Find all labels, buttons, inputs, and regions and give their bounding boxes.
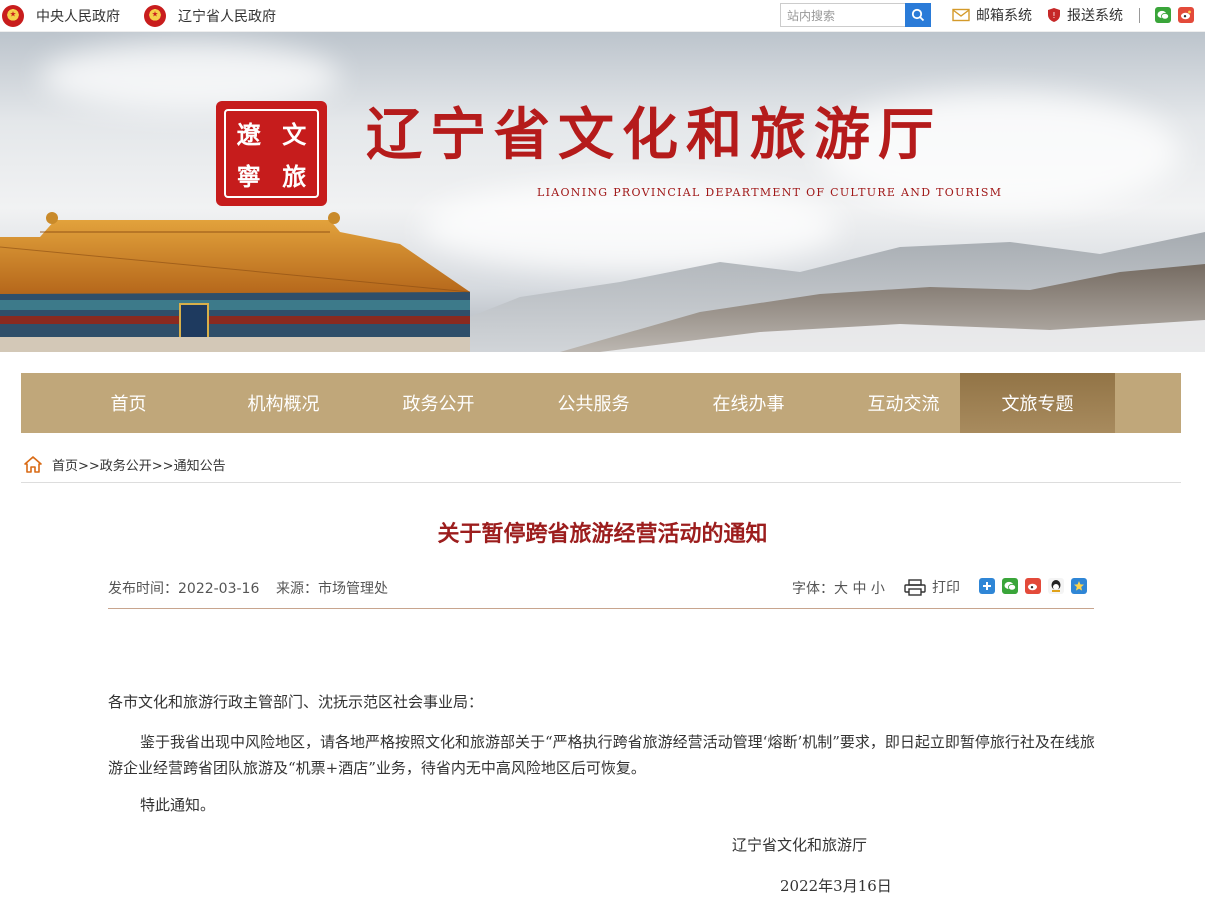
sign-date: 2022年3月16日 (780, 877, 892, 895)
search-input[interactable]: 站内搜索 (780, 3, 906, 27)
shield-icon: ! (1048, 8, 1060, 22)
provincial-gov-link[interactable]: 辽宁省人民政府 (144, 3, 276, 29)
nav-culture-tourism-topics[interactable]: 文旅专题 (960, 373, 1115, 433)
top-bar: 中央人民政府 辽宁省人民政府 站内搜索 邮箱系统 ! 报送系统 (0, 0, 1205, 32)
weibo-share-icon[interactable] (1025, 578, 1041, 594)
mail-system-link[interactable]: 邮箱系统 (952, 3, 1032, 27)
font-size-controls[interactable]: 字体：大 中 小 (792, 578, 885, 598)
site-title: 辽宁省文化和旅游厅 (366, 102, 942, 168)
qzone-share-icon[interactable] (1071, 578, 1087, 594)
seal-char: 旅 (282, 162, 307, 192)
provincial-gov-label: 辽宁省人民政府 (178, 9, 276, 25)
seal-char: 文 (282, 119, 307, 149)
central-gov-link[interactable]: 中央人民政府 (2, 3, 120, 29)
header-banner: 遼 文 寧 旅 辽宁省文化和旅游厅 LIAONING PROVINCIAL DE… (0, 32, 1205, 352)
national-emblem-icon (144, 5, 166, 27)
nav-home[interactable]: 首页 (51, 373, 206, 433)
national-emblem-icon (2, 5, 24, 27)
printer-icon (904, 578, 926, 596)
nav-public-service[interactable]: 公共服务 (516, 373, 671, 433)
print-button[interactable]: 打印 (904, 577, 960, 597)
report-system-label: 报送系统 (1067, 8, 1123, 24)
main-nav: 首页 机构概况 政务公开 公共服务 在线办事 互动交流 文旅专题 (21, 373, 1181, 433)
article-paragraph: 鉴于我省出现中风险地区，请各地严格按照文化和旅游部关于“严格执行跨省旅游经营活动… (108, 733, 1095, 777)
qq-share-icon[interactable] (1048, 578, 1064, 594)
article-source: 来源：市场管理处 (276, 581, 388, 597)
salutation: 各市文化和旅游行政主管部门、沈抚示范区社会事业局： (108, 693, 484, 711)
publish-date: 发布时间：2022-03-16 (108, 581, 260, 597)
search-button[interactable] (905, 3, 931, 27)
closing-line: 特此通知。 (140, 796, 216, 814)
divider (21, 482, 1181, 483)
print-label: 打印 (932, 580, 960, 596)
article-title: 关于暂停跨省旅游经营活动的通知 (437, 522, 768, 547)
site-subtitle: LIAONING PROVINCIAL DEPARTMENT OF CULTUR… (537, 186, 1003, 199)
nav-about[interactable]: 机构概况 (206, 373, 361, 433)
divider (108, 608, 1094, 609)
signature: 辽宁省文化和旅游厅 (732, 836, 868, 854)
search-icon (911, 8, 925, 22)
home-icon (24, 455, 42, 473)
search-placeholder: 站内搜索 (787, 8, 836, 23)
wechat-icon[interactable] (1155, 7, 1171, 23)
central-gov-label: 中央人民政府 (36, 9, 120, 25)
svg-text:!: ! (1052, 11, 1055, 20)
seal-char: 寧 (236, 162, 261, 192)
weibo-icon[interactable] (1178, 7, 1194, 23)
divider (1139, 8, 1140, 23)
breadcrumb-text[interactable]: 首页>>政务公开>>通知公告 (52, 455, 226, 474)
report-system-link[interactable]: ! 报送系统 (1047, 3, 1123, 27)
wechat-share-icon[interactable] (1002, 578, 1018, 594)
breadcrumb: 首页>>政务公开>>通知公告 (24, 452, 226, 476)
nav-interaction[interactable]: 互动交流 (826, 373, 981, 433)
logo-seal: 遼 文 寧 旅 (216, 101, 327, 206)
mail-icon (952, 8, 970, 22)
mail-system-label: 邮箱系统 (976, 8, 1032, 24)
nav-online-services[interactable]: 在线办事 (671, 373, 826, 433)
nav-government-affairs[interactable]: 政务公开 (361, 373, 516, 433)
share-more-icon[interactable] (979, 578, 995, 594)
seal-char: 遼 (236, 119, 261, 149)
